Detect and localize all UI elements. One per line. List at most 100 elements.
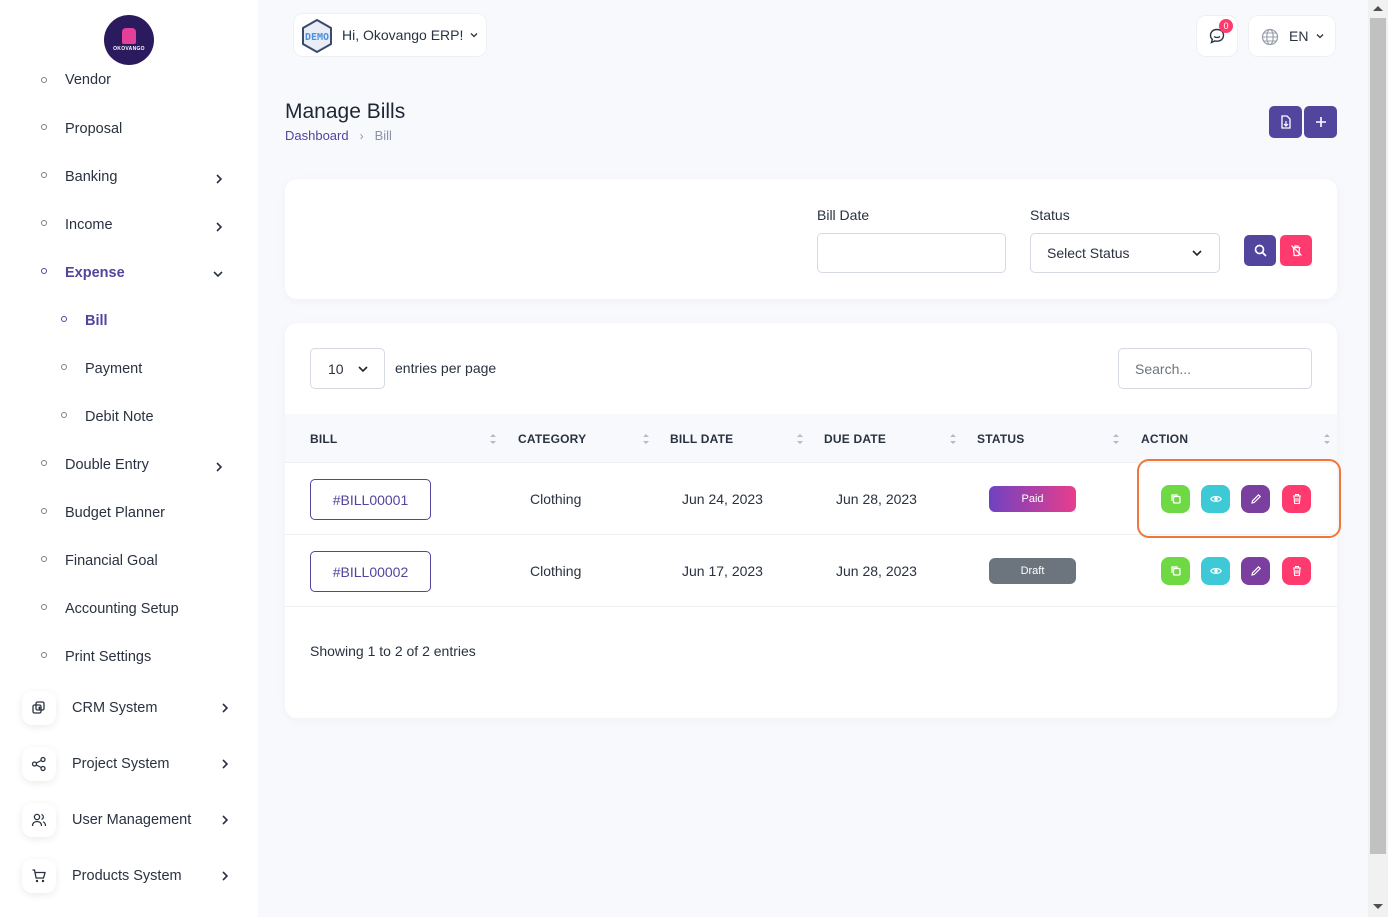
sidebar-item-debit-note[interactable]: Debit Note <box>0 402 258 432</box>
share-icon <box>22 747 56 781</box>
bill-date-label: Bill Date <box>817 207 870 223</box>
sort-icon[interactable] <box>1112 432 1120 446</box>
bills-table-card: 10 entries per page BILL CATEGORY BILL D… <box>285 323 1341 718</box>
page-scrollbar[interactable] <box>1368 0 1388 917</box>
category-cell: Clothing <box>530 563 582 579</box>
edit-button[interactable] <box>1241 557 1270 585</box>
avatar: DEMO <box>302 18 332 54</box>
due-date-cell: Jun 28, 2023 <box>836 491 917 507</box>
sidebar-item-label: Banking <box>65 169 118 185</box>
reset-filter-button[interactable] <box>1280 235 1312 266</box>
sort-icon[interactable] <box>1323 432 1331 446</box>
table-search-input[interactable] <box>1118 348 1312 389</box>
column-header-category[interactable]: CATEGORY <box>518 414 586 463</box>
bullet-icon <box>41 172 47 178</box>
bullet-icon <box>61 316 67 322</box>
add-bill-button[interactable] <box>1304 106 1337 138</box>
page-title: Manage Bills <box>285 100 406 123</box>
bullet-icon <box>41 460 47 466</box>
action-highlight-box <box>1137 459 1341 538</box>
sort-icon[interactable] <box>949 432 957 446</box>
sort-icon[interactable] <box>796 432 804 446</box>
chevron-right-icon <box>218 701 232 715</box>
bill-number-button[interactable]: #BILL00001 <box>310 479 431 520</box>
breadcrumb-link-dashboard[interactable]: Dashboard <box>285 128 349 143</box>
trash-icon <box>1292 566 1301 577</box>
export-button[interactable] <box>1269 106 1302 138</box>
sidebar-item-bill[interactable]: Bill <box>0 306 258 336</box>
bullet-icon <box>41 124 47 130</box>
bullet-icon <box>41 604 47 610</box>
category-cell: Clothing <box>530 491 582 507</box>
chevron-right-icon <box>218 869 232 883</box>
sidebar-item-accounting-setup[interactable]: Accounting Setup <box>0 594 258 624</box>
language-selector[interactable]: EN <box>1248 15 1336 57</box>
search-button[interactable] <box>1244 235 1276 266</box>
filter-card: Bill Date Status Select Status <box>285 179 1337 299</box>
duplicate-button[interactable] <box>1161 557 1190 585</box>
bullet-icon <box>61 364 67 370</box>
sidebar-item-vendor[interactable]: Vendor <box>0 66 258 94</box>
view-button[interactable] <box>1201 557 1230 585</box>
sidebar-item-proposal[interactable]: Proposal <box>0 114 258 144</box>
column-header-due-date[interactable]: DUE DATE <box>824 414 886 463</box>
sidebar-item-banking[interactable]: Banking <box>0 162 258 192</box>
column-header-bill[interactable]: BILL <box>310 414 337 463</box>
entries-per-page-select[interactable]: 10 <box>310 348 385 389</box>
chevron-right-icon <box>212 460 226 474</box>
pagination-info: Showing 1 to 2 of 2 entries <box>310 643 476 659</box>
delete-button[interactable] <box>1282 557 1311 585</box>
column-header-bill-date[interactable]: BILL DATE <box>670 414 733 463</box>
column-header-status[interactable]: STATUS <box>977 414 1024 463</box>
sidebar-item-label: Budget Planner <box>65 505 165 521</box>
scrollbar-thumb[interactable] <box>1370 18 1386 854</box>
sidebar-item-expense[interactable]: Expense <box>0 258 258 288</box>
sidebar-item-double-entry[interactable]: Double Entry <box>0 450 258 480</box>
scroll-up-arrow-icon[interactable] <box>1373 6 1383 11</box>
sidebar-section-project-system[interactable]: Project System <box>0 742 258 786</box>
scroll-down-arrow-icon[interactable] <box>1373 904 1383 909</box>
bill-date-input[interactable] <box>817 233 1006 273</box>
sort-icon[interactable] <box>642 432 650 446</box>
status-select[interactable]: Select Status <box>1030 233 1220 273</box>
sidebar-item-income[interactable]: Income <box>0 210 258 240</box>
users-icon <box>22 803 56 837</box>
sidebar-section-crm-system[interactable]: CRM System <box>0 686 258 730</box>
chevron-down-icon <box>1316 34 1324 39</box>
chevron-down-icon <box>211 267 225 281</box>
sidebar-item-print-settings[interactable]: Print Settings <box>0 642 258 672</box>
per-page-value: 10 <box>328 360 344 377</box>
plus-icon <box>1315 117 1326 127</box>
sidebar-section-user-management[interactable]: User Management <box>0 798 258 842</box>
bullet-icon <box>41 268 47 274</box>
breadcrumb: Dashboard › Bill <box>285 128 392 143</box>
status-label: Status <box>1030 207 1070 223</box>
notification-button[interactable]: 0 <box>1196 15 1238 57</box>
sort-icon[interactable] <box>489 432 497 446</box>
sidebar-section-products-system[interactable]: Products System <box>0 854 258 898</box>
user-menu[interactable]: DEMO Hi, Okovango ERP! <box>293 13 487 57</box>
sidebar-item-payment[interactable]: Payment <box>0 354 258 384</box>
bullet-icon <box>41 77 47 83</box>
layers-icon <box>22 691 56 725</box>
bullet-icon <box>61 412 67 418</box>
file-export-icon <box>1280 115 1291 129</box>
table-header: BILL CATEGORY BILL DATE DUE DATE STATUS … <box>285 414 1337 463</box>
eye-icon <box>1209 568 1222 574</box>
logo-mark <box>122 28 136 44</box>
sidebar: OKOVANGO Vendor Proposal Banking Income … <box>0 0 258 917</box>
user-greeting: Hi, Okovango ERP! <box>342 27 464 43</box>
sidebar-item-label: Bill <box>85 313 108 329</box>
chevron-down-icon <box>1192 250 1202 257</box>
sidebar-section-label: CRM System <box>72 700 158 716</box>
sidebar-item-label: Payment <box>85 361 143 377</box>
sidebar-item-label: Vendor <box>65 72 111 88</box>
language-code: EN <box>1289 28 1309 44</box>
bill-number-button[interactable]: #BILL00002 <box>310 551 431 592</box>
sidebar-item-financial-goal[interactable]: Financial Goal <box>0 546 258 576</box>
brand-logo[interactable]: OKOVANGO <box>104 15 154 65</box>
chevron-down-icon <box>470 33 478 38</box>
column-header-action[interactable]: ACTION <box>1141 414 1188 463</box>
sidebar-item-budget-planner[interactable]: Budget Planner <box>0 498 258 528</box>
copy-icon <box>1170 566 1181 576</box>
